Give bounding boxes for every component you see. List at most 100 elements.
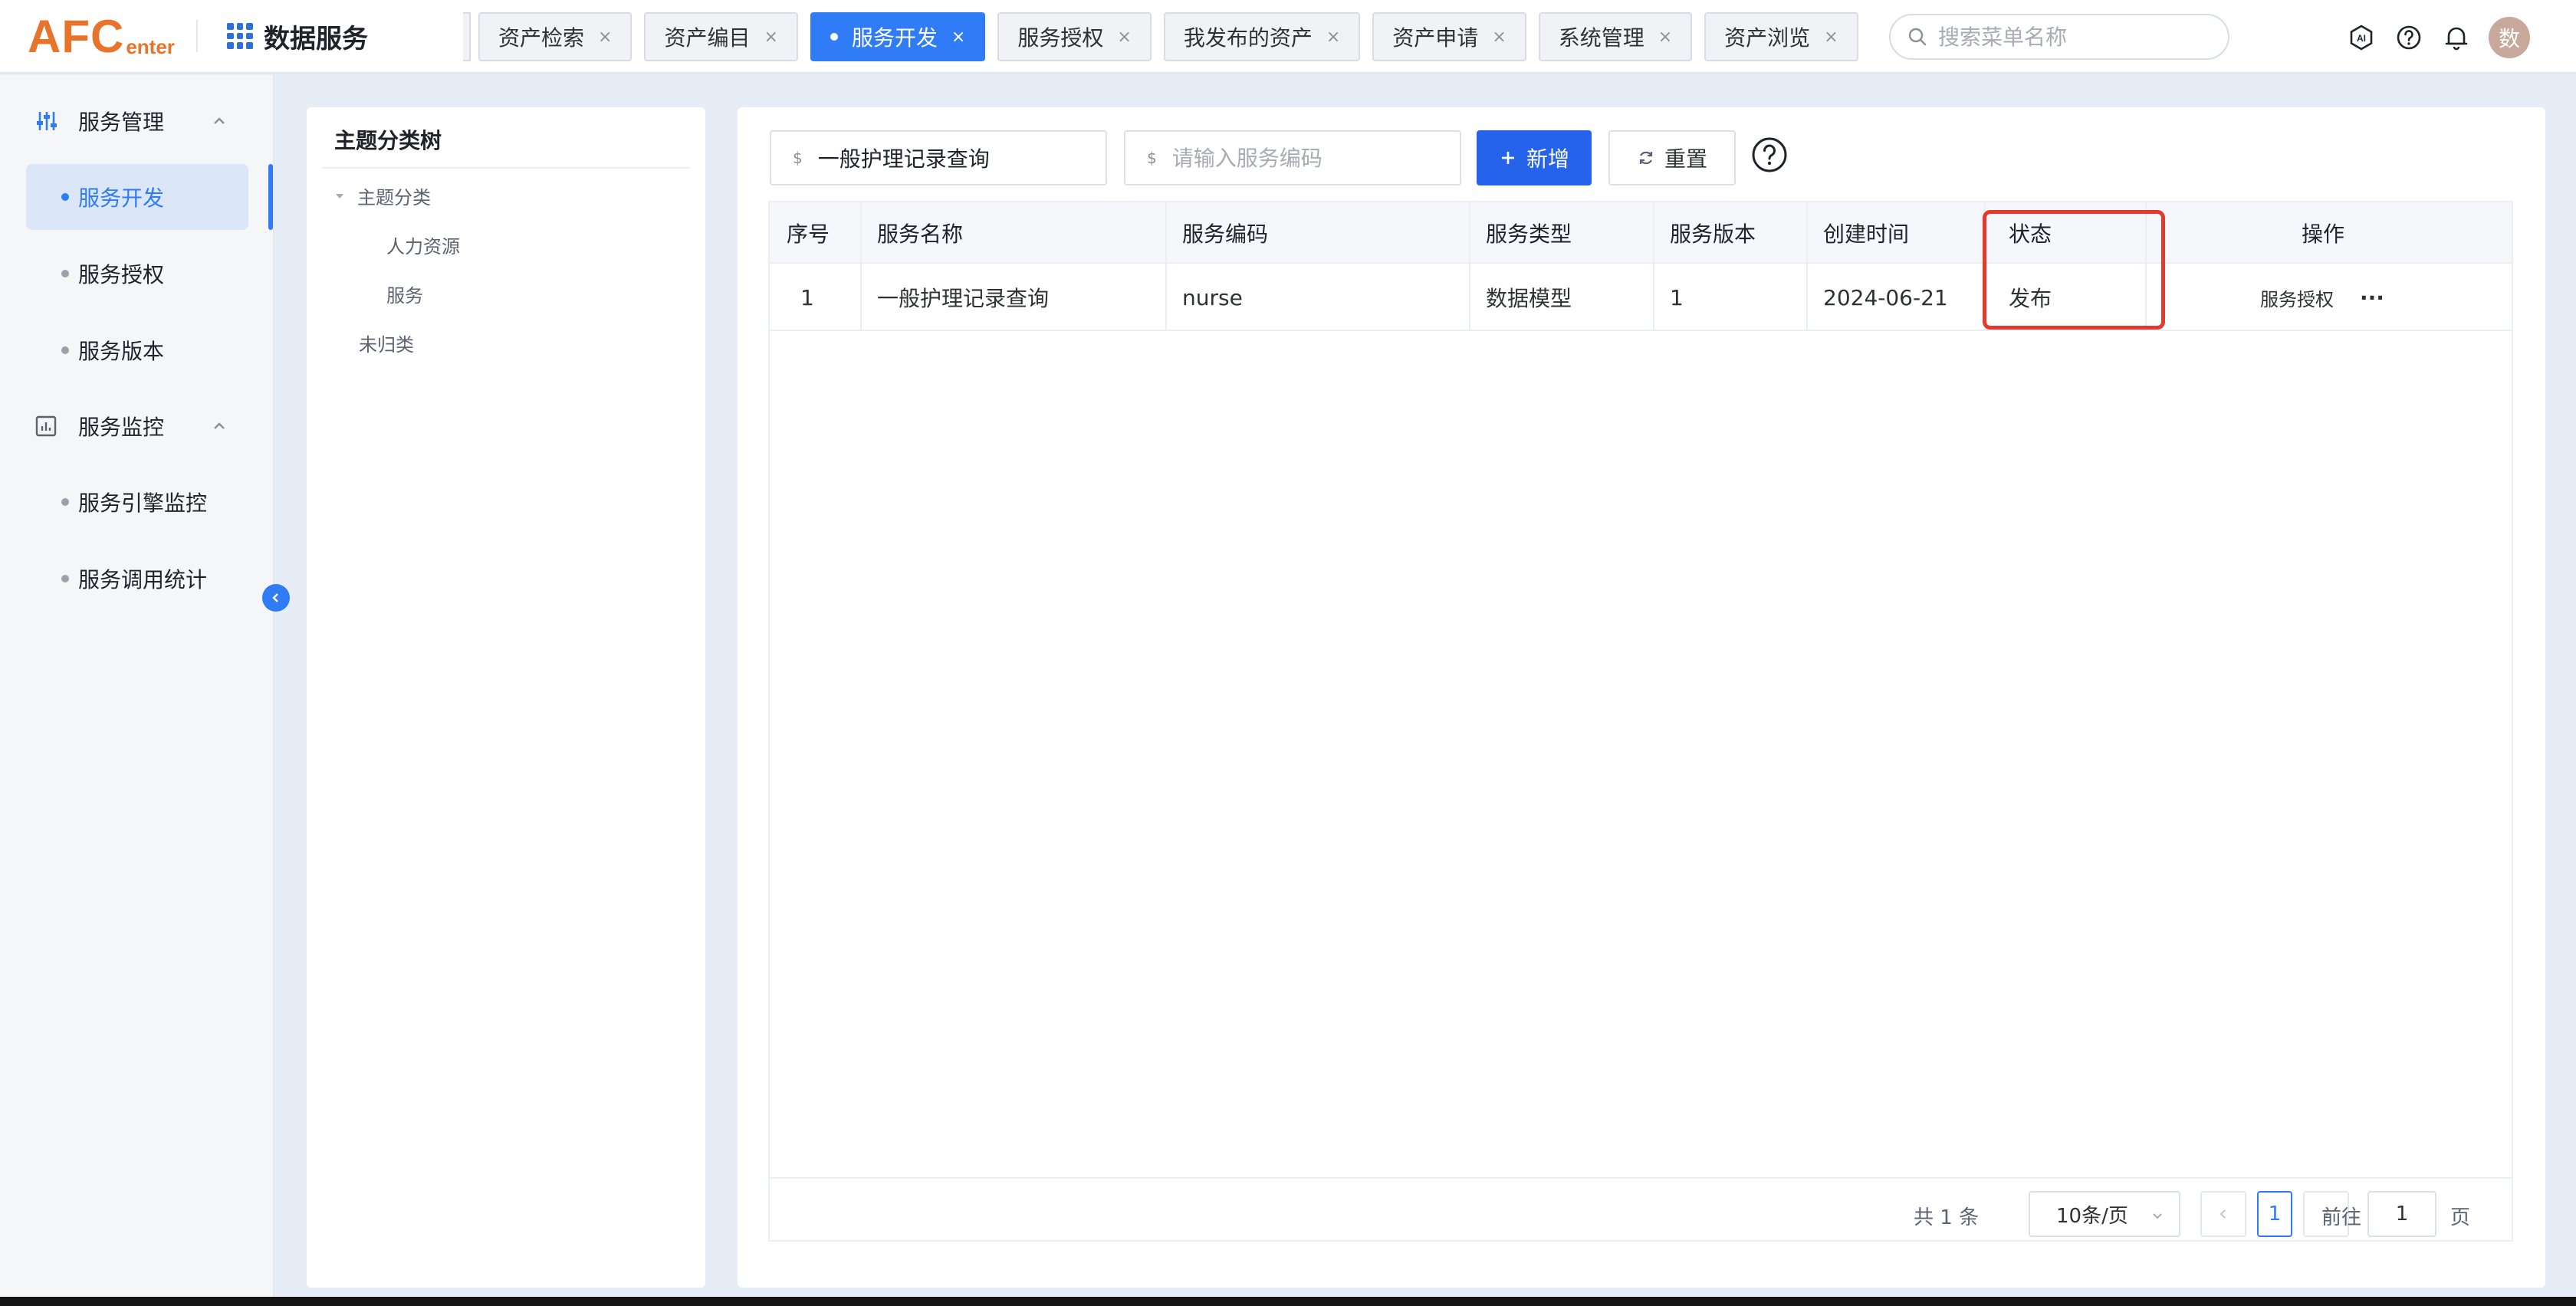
tab-scroll-edge (463, 12, 471, 61)
sidebar-item-label: 服务调用统计 (78, 567, 208, 592)
tree-node-uncategorized[interactable]: 未归类 (359, 330, 414, 356)
sidebar-item-call-stats[interactable]: 服务调用统计 (26, 546, 248, 612)
column-header-created: 创建时间 (1823, 221, 1910, 247)
tree-node-label: 未归类 (359, 334, 414, 356)
chevron-left-icon (2220, 1209, 2226, 1219)
column-header-type: 服务类型 (1486, 221, 1572, 247)
chevron-down-icon (2153, 1213, 2162, 1219)
column-header-code: 服务编码 (1182, 221, 1269, 247)
close-icon[interactable]: × (1326, 28, 1340, 47)
goto-page-input[interactable] (2367, 1191, 2436, 1237)
table-header (770, 202, 2512, 264)
svg-text:AI: AI (2357, 33, 2366, 44)
menu-search[interactable] (1889, 14, 2229, 60)
tab-service-auth[interactable]: 服务授权 × (997, 12, 1152, 61)
service-name-filter[interactable]: $ (770, 130, 1107, 185)
sidebar-item-service-version[interactable]: 服务版本 (26, 317, 248, 383)
avatar[interactable]: 数 (2489, 17, 2530, 58)
tree-title: 主题分类树 (334, 128, 442, 153)
tree-node-root[interactable]: 主题分类 (334, 182, 431, 209)
page-number-current[interactable]: 1 (2257, 1191, 2292, 1237)
page-size-select[interactable]: 10条/页 (2029, 1191, 2180, 1237)
cell-service-name-link[interactable]: 一般护理记录查询 (877, 264, 1049, 331)
cell-index: 1 (800, 284, 814, 310)
close-icon[interactable]: × (1117, 28, 1131, 47)
active-dot-icon (830, 33, 838, 41)
tree-node-label: 主题分类 (357, 187, 431, 208)
plus-icon (1501, 152, 1514, 164)
sidebar-item-service-dev[interactable]: 服务开发 (26, 164, 248, 230)
column-header-actions: 操作 (2302, 221, 2345, 247)
app-title[interactable]: 数据服务 (227, 18, 368, 54)
tab-label: 资产检索 (498, 25, 585, 51)
service-code-filter[interactable]: $ (1124, 130, 1461, 185)
sidebar-group-label: 服务监控 (78, 415, 165, 440)
cell-status: 发布 (2009, 286, 2052, 311)
add-button[interactable]: 新增 (1477, 130, 1592, 185)
tab-label: 资产编目 (664, 25, 751, 51)
sliders-icon (37, 112, 57, 130)
chevron-up-icon[interactable] (210, 112, 228, 130)
column-header-name: 服务名称 (877, 221, 964, 247)
bullet-icon (61, 498, 69, 506)
authorize-link[interactable]: 服务授权 (2260, 264, 2334, 331)
sidebar-item-service-auth[interactable]: 服务授权 (26, 241, 248, 307)
header-divider (196, 20, 198, 52)
divider (770, 1177, 2512, 1179)
refresh-icon (1639, 151, 1653, 165)
service-list-panel: $ $ 新增 重置 序号 服务名称 (738, 107, 2545, 1288)
close-icon[interactable]: × (1492, 28, 1506, 47)
tab-my-published[interactable]: 我发布的资产 × (1163, 12, 1361, 61)
bullet-icon (61, 193, 69, 201)
close-icon[interactable]: × (951, 28, 965, 47)
cell-code: nurse (1182, 284, 1243, 310)
more-actions-icon[interactable]: ··· (2360, 264, 2384, 331)
tab-asset-apply[interactable]: 资产申请 × (1372, 12, 1526, 61)
sidebar-group-label: 服务管理 (78, 110, 165, 135)
tab-service-dev[interactable]: 服务开发 × (810, 12, 986, 61)
tab-label: 服务授权 (1017, 25, 1104, 51)
tab-asset-search[interactable]: 资产检索 × (478, 12, 632, 61)
column-header-index: 序号 (787, 221, 830, 247)
tab-bar: 资产检索 × 资产编目 × 服务开发 × 服务授权 × 我发布的资产 × 资产申… (478, 12, 1858, 61)
help-circle-icon[interactable] (1751, 136, 1788, 173)
dollar-icon: $ (1147, 149, 1157, 167)
category-tree-panel: 主题分类树 主题分类 人力资源 服务 未归类 (307, 107, 705, 1288)
bell-icon[interactable] (2441, 22, 2472, 53)
tree-node-hr[interactable]: 人力资源 (386, 231, 460, 258)
reset-button[interactable]: 重置 (1608, 130, 1736, 185)
bullet-icon (61, 346, 69, 354)
sidebar-group-service-manage[interactable]: 服务管理 (0, 98, 274, 144)
dollar-icon: $ (793, 149, 803, 167)
page-size-value: 10条/页 (2056, 1204, 2128, 1228)
table-row: 1 一般护理记录查询 nurse 数据模型 1 2024-06-21 发布 服务… (770, 264, 2512, 331)
close-icon[interactable]: × (1658, 28, 1672, 47)
active-indicator (268, 164, 273, 230)
sidebar-collapse-button[interactable] (262, 584, 290, 612)
close-icon[interactable]: × (764, 28, 777, 47)
service-code-input[interactable] (1171, 145, 1433, 171)
close-icon[interactable]: × (1824, 28, 1838, 47)
help-icon[interactable] (2394, 22, 2424, 53)
service-name-input[interactable] (817, 145, 1079, 171)
tab-system-manage[interactable]: 系统管理 × (1538, 12, 1693, 61)
tab-label: 资产申请 (1392, 25, 1479, 51)
caret-down-icon[interactable] (334, 191, 345, 202)
cell-created: 2024-06-21 (1823, 284, 1948, 310)
logo: AFC enter (28, 11, 175, 60)
app-title-text: 数据服务 (264, 23, 368, 54)
close-icon[interactable]: × (598, 28, 612, 47)
tab-asset-browse[interactable]: 资产浏览 × (1704, 12, 1858, 61)
cell-type: 数据模型 (1486, 286, 1572, 311)
chevron-up-icon[interactable] (210, 417, 228, 435)
sidebar-group-service-monitor[interactable]: 服务监控 (0, 403, 274, 449)
bullet-icon (61, 575, 69, 582)
prev-page-button[interactable] (2200, 1191, 2246, 1237)
ai-icon[interactable]: AI (2346, 22, 2377, 53)
apps-grid-icon (227, 23, 253, 49)
tree-node-service[interactable]: 服务 (386, 281, 423, 307)
tree-node-label: 服务 (386, 285, 423, 307)
tab-asset-catalog[interactable]: 资产编目 × (644, 12, 798, 61)
sidebar-item-engine-monitor[interactable]: 服务引擎监控 (26, 469, 248, 535)
search-input[interactable] (1938, 24, 2214, 50)
